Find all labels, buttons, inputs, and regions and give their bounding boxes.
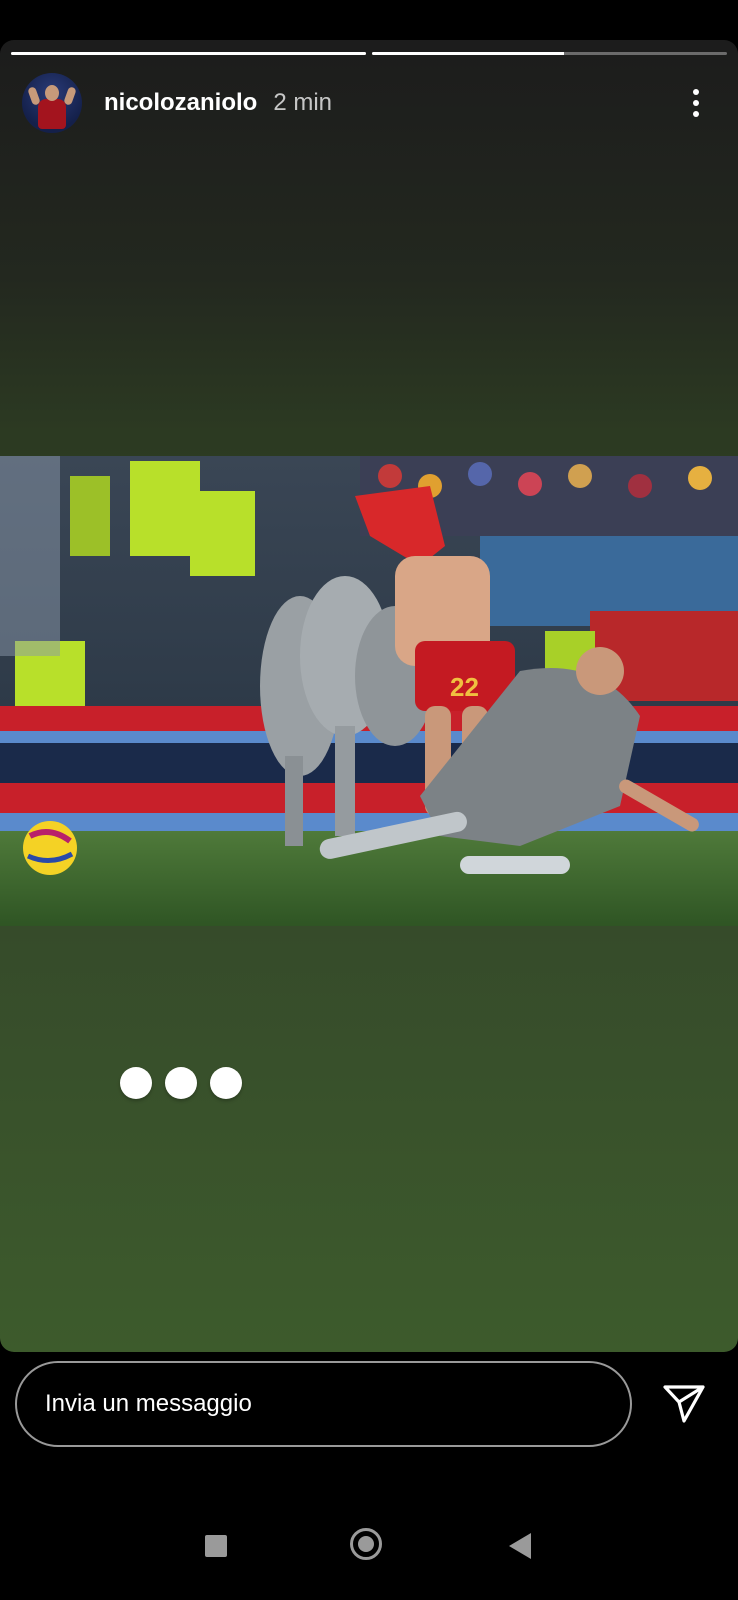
more-dot — [693, 89, 699, 95]
progress-segment-1 — [11, 52, 366, 55]
football-match-photo: 22 — [0, 456, 738, 926]
more-vertical-icon[interactable] — [684, 83, 708, 123]
send-icon-svg — [663, 1385, 705, 1423]
avatar-jersey — [38, 99, 66, 129]
system-navigation-bar — [0, 1508, 738, 1600]
progress-fill-1 — [11, 52, 366, 55]
send-paper-plane-icon[interactable] — [662, 1384, 706, 1424]
username[interactable]: nicolozaniolo — [104, 89, 257, 117]
message-input[interactable]: Invia un messaggio — [15, 1361, 632, 1447]
story-viewer[interactable]: nicolozaniolo 2 min 22 — [0, 40, 738, 1352]
jersey-number: 22 — [450, 672, 479, 702]
instagram-story-screen: nicolozaniolo 2 min 22 Invia un messaggi… — [0, 0, 738, 1600]
progress-fill-2 — [372, 52, 564, 55]
story-progress-bar — [11, 52, 727, 55]
progress-segment-2 — [372, 52, 727, 55]
square-icon[interactable] — [205, 1535, 227, 1557]
story-photo: 22 — [0, 456, 738, 926]
avatar[interactable] — [22, 73, 82, 133]
post-time: 2 min — [273, 89, 333, 116]
circle-icon[interactable] — [350, 1528, 382, 1560]
more-dot — [693, 100, 699, 106]
typing-dot — [210, 1067, 242, 1099]
story-header: nicolozaniolo 2 min — [22, 72, 708, 134]
more-dot — [693, 111, 699, 117]
avatar-head — [45, 85, 59, 101]
typing-dot — [165, 1067, 197, 1099]
triangle-back-icon[interactable] — [509, 1533, 531, 1559]
typing-dot — [120, 1067, 152, 1099]
message-input-placeholder: Invia un messaggio — [45, 1390, 252, 1417]
typing-indicator — [120, 1067, 242, 1099]
